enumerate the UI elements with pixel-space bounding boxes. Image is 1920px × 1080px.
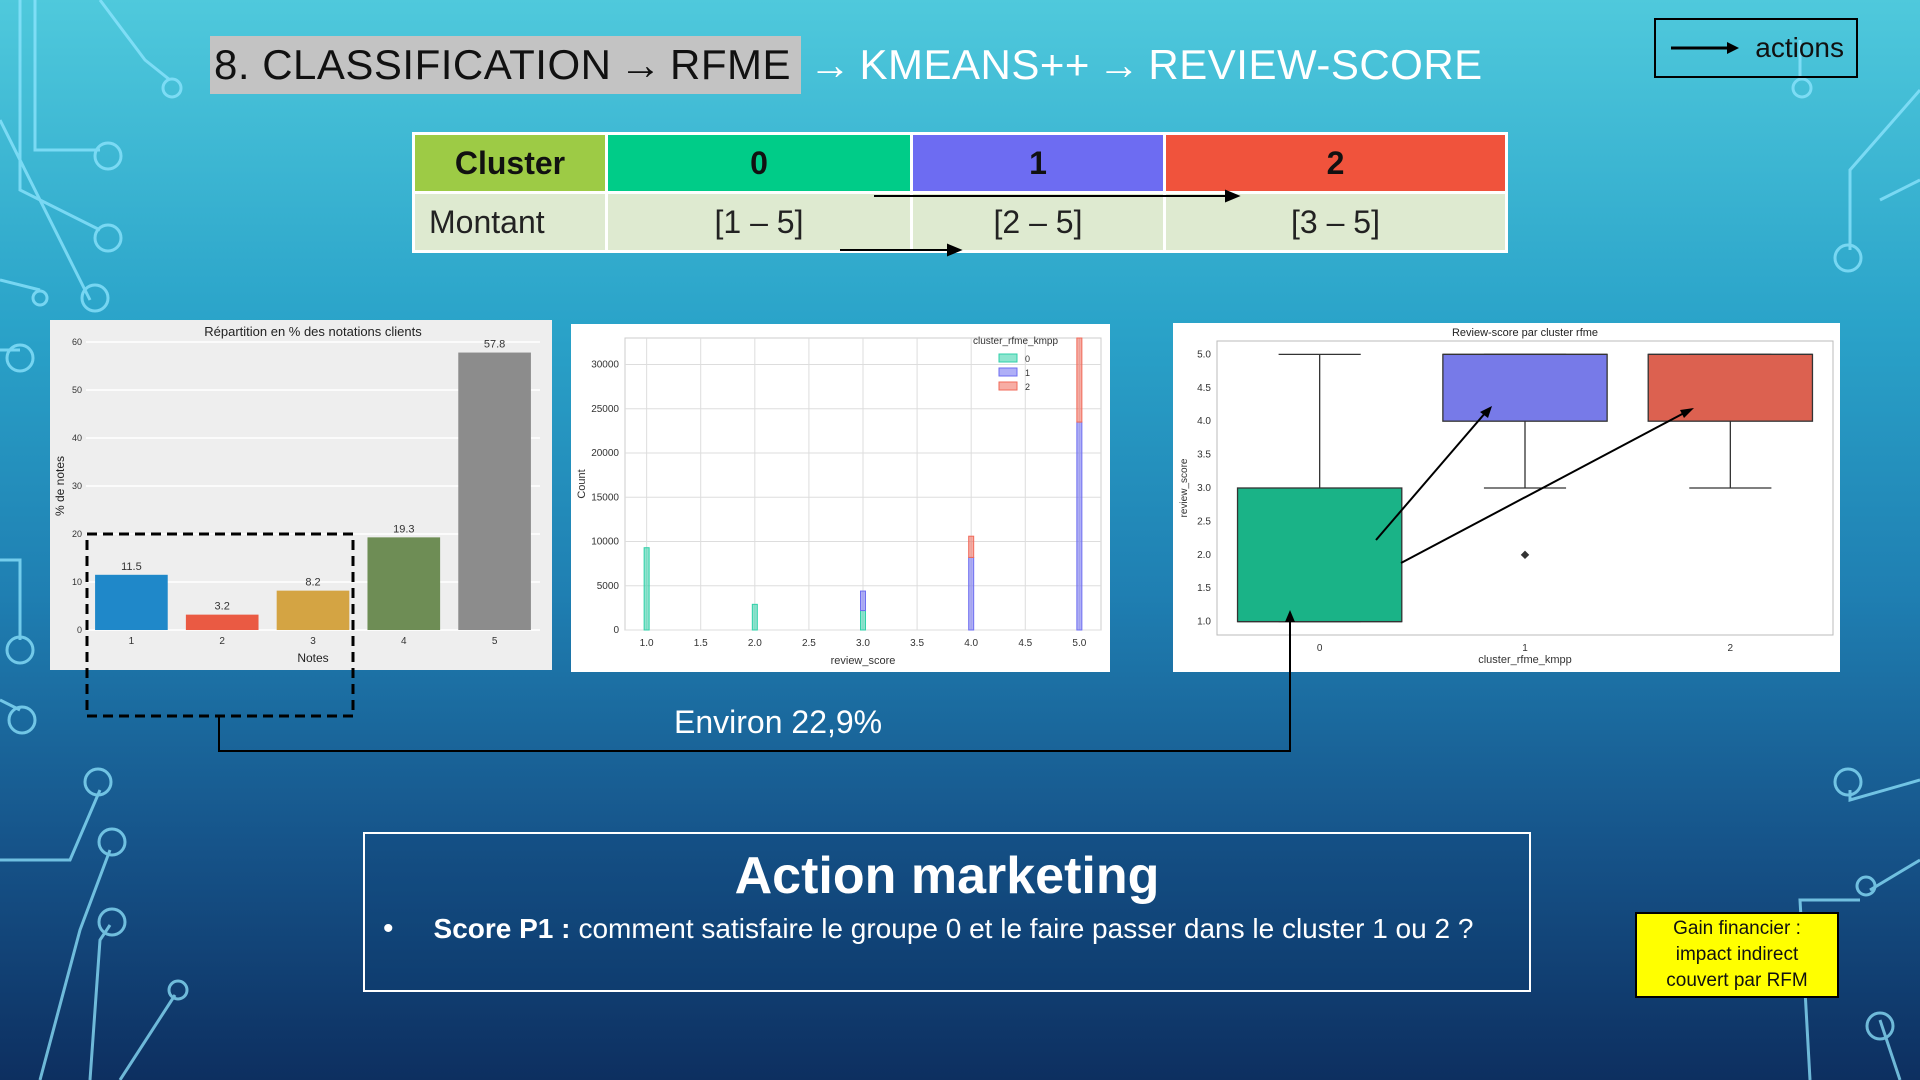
action-bullet: • Score P1 : comment satisfaire le group… [383, 912, 1473, 946]
action-arrow [1400, 411, 1687, 564]
environ-label: Environ 22,9% [674, 704, 883, 740]
arrow-head [1285, 610, 1295, 622]
gain-line-1: Gain financier : [1673, 918, 1801, 939]
action-arrow [1375, 411, 1487, 541]
gain-line-2: impact indirect [1675, 944, 1799, 965]
bullet-text: comment satisfaire le groupe 0 et le fai… [578, 913, 1474, 944]
gain-line-3: couvert par RFM [1666, 970, 1808, 991]
action-title: Action marketing [734, 847, 1160, 905]
bullet-icon: • [383, 912, 394, 945]
dashed-selection-box [85, 532, 355, 718]
bullet-strong: Score P1 : [433, 913, 571, 944]
arrow-head [1680, 408, 1694, 418]
gain-financier-note: Gain financier : impact indirect couvert… [1635, 912, 1839, 998]
action-marketing-box: Action marketing • Score P1 : comment sa… [363, 832, 1531, 992]
